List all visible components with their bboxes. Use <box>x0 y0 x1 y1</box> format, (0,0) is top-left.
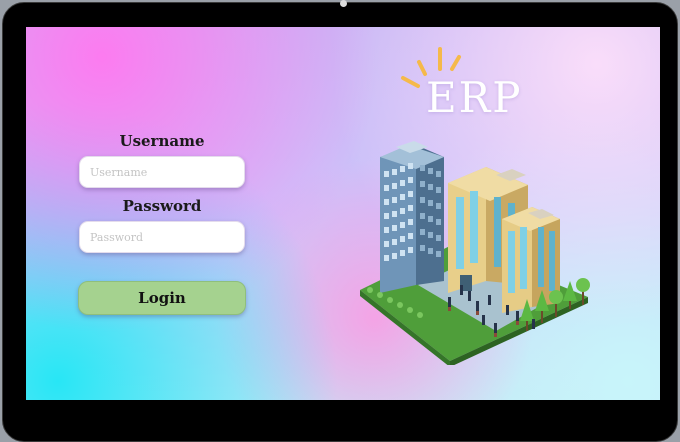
password-input[interactable] <box>79 221 245 253</box>
username-input[interactable] <box>79 156 245 188</box>
login-screen: Username Password Login ERP <box>26 27 660 400</box>
username-label: Username <box>119 132 205 150</box>
city-buildings-illustration <box>360 141 590 365</box>
app-brand-title: ERP <box>426 73 523 122</box>
password-label: Password <box>122 197 202 215</box>
webcam-icon <box>340 0 347 7</box>
login-button[interactable]: Login <box>78 281 246 315</box>
